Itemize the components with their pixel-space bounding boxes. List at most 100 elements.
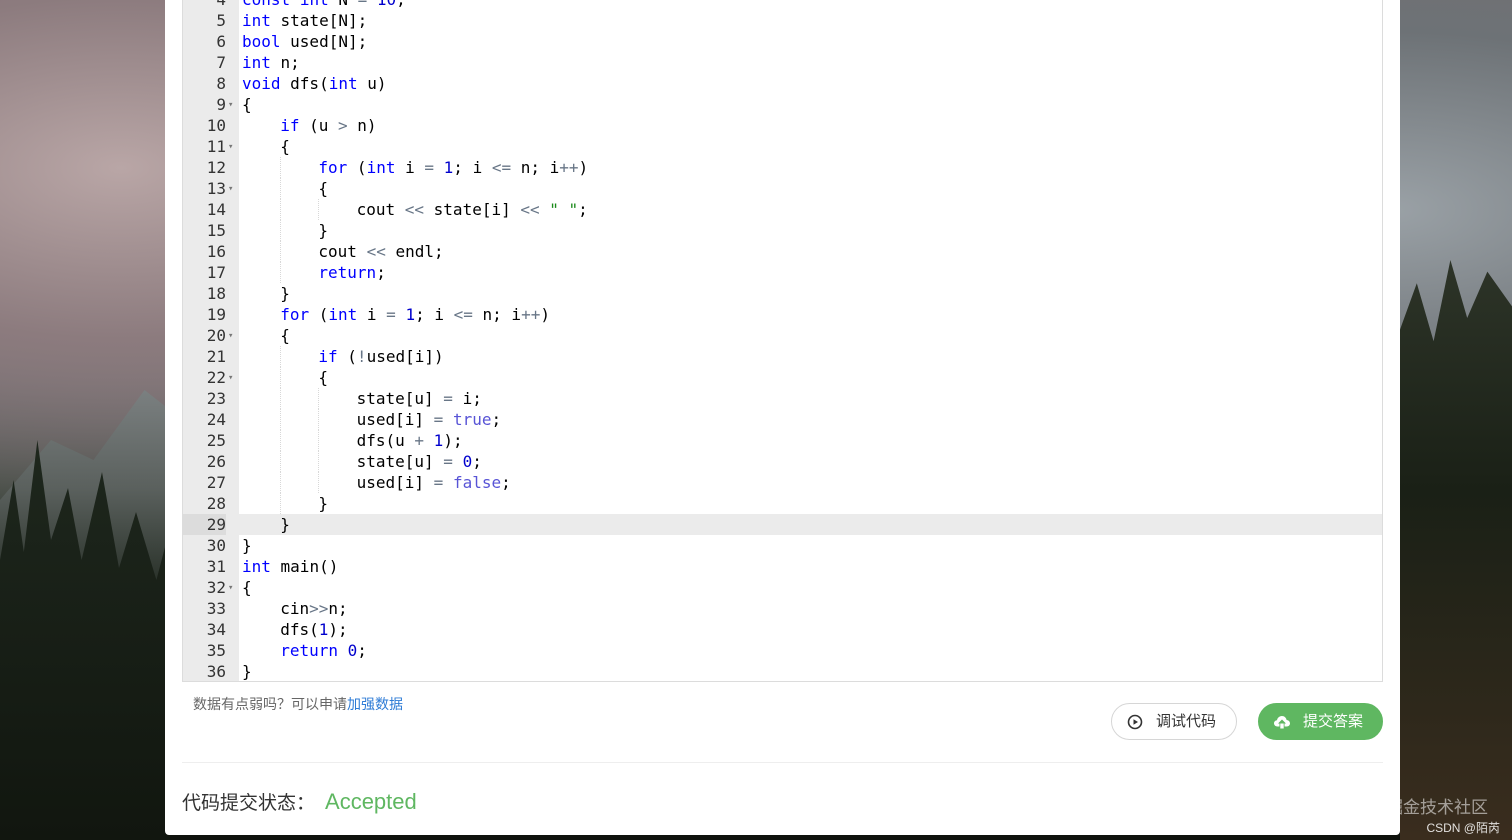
code-token: { bbox=[318, 179, 329, 198]
code-line[interactable]: 11 ▾ { bbox=[183, 136, 1382, 157]
code-line[interactable]: 22 ▾ { bbox=[183, 367, 1382, 388]
enhance-data-link[interactable]: 加强数据 bbox=[347, 696, 403, 712]
code-line[interactable]: 18} bbox=[183, 283, 1382, 304]
code-token: } bbox=[242, 536, 252, 555]
code-line[interactable]: 26 state[u] = 0; bbox=[183, 451, 1382, 472]
code-line[interactable]: 16 cout << endl; bbox=[183, 241, 1382, 262]
code-token: ( bbox=[309, 305, 329, 324]
code-line[interactable]: 12 for (int i = 1; i <= n; i++) bbox=[183, 157, 1382, 178]
code-token: << bbox=[520, 200, 540, 219]
code-token: = bbox=[433, 473, 444, 492]
code-line[interactable]: 23 state[u] = i; bbox=[183, 388, 1382, 409]
code-token: ) bbox=[578, 158, 589, 177]
csdn-credit: CSDN @陌芮 bbox=[1426, 821, 1500, 835]
code-token: state[i] bbox=[424, 200, 521, 219]
code-text: used[i] = false; bbox=[357, 472, 511, 493]
code-line[interactable]: 31 int main() bbox=[183, 556, 1382, 577]
code-token: 1 bbox=[433, 431, 444, 450]
fold-toggle-icon[interactable]: ▾ bbox=[228, 136, 238, 157]
code-line[interactable]: 13 ▾ { bbox=[183, 178, 1382, 199]
line-number: 27 bbox=[206, 473, 226, 492]
indent-guide bbox=[280, 409, 282, 430]
code-editor[interactable]: 4const int N = 10;5int state[N];6bool us… bbox=[182, 0, 1383, 682]
fold-toggle-icon[interactable]: ▾ bbox=[228, 577, 238, 598]
code-token: if bbox=[280, 116, 300, 135]
line-number: 24 bbox=[206, 410, 226, 429]
code-token: cout bbox=[318, 242, 367, 261]
debug-code-button[interactable]: 调试代码 bbox=[1111, 703, 1237, 740]
code-line[interactable]: 9 ▾{ bbox=[183, 94, 1382, 115]
submission-panel: 4const int N = 10;5int state[N];6bool us… bbox=[165, 0, 1400, 835]
code-text: dfs(u + 1); bbox=[357, 430, 463, 451]
submit-answer-button[interactable]: 提交答案 bbox=[1258, 703, 1383, 740]
submit-answer-label: 提交答案 bbox=[1303, 713, 1364, 730]
code-line[interactable]: 25 dfs(u + 1); bbox=[183, 430, 1382, 451]
code-token: i bbox=[357, 305, 387, 324]
code-token: cin bbox=[280, 599, 310, 618]
code-token: int bbox=[242, 557, 271, 576]
code-line[interactable]: 4 const int N = 10; bbox=[183, 0, 1382, 10]
code-token: + bbox=[414, 431, 425, 450]
background-trees-right bbox=[1400, 260, 1512, 840]
indent-guide bbox=[318, 388, 320, 409]
line-number: 31 bbox=[206, 557, 226, 576]
code-line[interactable]: 33 cin>>n; bbox=[183, 598, 1382, 619]
code-line[interactable]: 36} bbox=[183, 661, 1382, 681]
code-line[interactable]: 15} bbox=[183, 220, 1382, 241]
code-token: ; bbox=[491, 410, 502, 429]
fold-toggle-icon[interactable]: ▾ bbox=[228, 178, 238, 199]
code-line[interactable]: 24 used[i] = true; bbox=[183, 409, 1382, 430]
code-token: n; i bbox=[511, 158, 560, 177]
fold-toggle-icon[interactable]: ▾ bbox=[228, 367, 238, 388]
indent-guide bbox=[280, 262, 282, 283]
code-token: = bbox=[443, 452, 453, 471]
code-text: { bbox=[280, 136, 290, 157]
line-number: 28 bbox=[206, 494, 226, 513]
code-token: state[u] bbox=[356, 389, 444, 408]
code-token: << bbox=[404, 200, 425, 219]
code-line[interactable]: 5 int state[N]; bbox=[183, 10, 1382, 31]
line-number: 19 bbox=[206, 305, 226, 324]
code-line[interactable]: 34 dfs(1); bbox=[183, 619, 1382, 640]
code-token: n; bbox=[270, 53, 300, 72]
code-line[interactable]: 21 if (!used[i]) bbox=[183, 346, 1382, 367]
fold-toggle-icon[interactable]: ▾ bbox=[228, 325, 238, 346]
code-line[interactable]: 7 int n; bbox=[183, 52, 1382, 73]
code-token: ++ bbox=[559, 158, 579, 177]
code-text: void dfs(int u) bbox=[242, 73, 387, 94]
line-number: 35 bbox=[206, 641, 226, 660]
code-token: 0 bbox=[347, 641, 358, 660]
code-line[interactable]: 30} bbox=[183, 535, 1382, 556]
code-line[interactable]: 17 return; bbox=[183, 262, 1382, 283]
code-text: { bbox=[242, 577, 252, 598]
code-line[interactable]: 14 cout << state[i] << " "; bbox=[183, 199, 1382, 220]
code-line[interactable]: 10 if (u > n) bbox=[183, 115, 1382, 136]
code-token: ++ bbox=[521, 305, 541, 324]
line-number: 33 bbox=[206, 599, 226, 618]
code-token: = bbox=[433, 410, 444, 429]
indent-guide bbox=[280, 220, 282, 241]
line-number: 32 bbox=[206, 578, 226, 597]
code-line[interactable]: 28} bbox=[183, 493, 1382, 514]
indent-guide bbox=[280, 157, 282, 178]
code-line[interactable]: 20 ▾ { bbox=[183, 325, 1382, 346]
code-line[interactable]: 29} bbox=[183, 514, 1382, 535]
code-line[interactable]: 19 for (int i = 1; i <= n; i++) bbox=[183, 304, 1382, 325]
code-text: if (!used[i]) bbox=[318, 346, 443, 367]
code-text: } bbox=[242, 661, 252, 681]
code-line[interactable]: 8 void dfs(int u) bbox=[183, 73, 1382, 94]
code-line[interactable]: 27 used[i] = false; bbox=[183, 472, 1382, 493]
code-text: { bbox=[242, 94, 252, 115]
line-number: 25 bbox=[206, 431, 226, 450]
code-line[interactable]: 32 ▾{ bbox=[183, 577, 1382, 598]
code-line[interactable]: 6 bool used[N]; bbox=[183, 31, 1382, 52]
code-token: return bbox=[318, 263, 377, 282]
code-token: } bbox=[280, 515, 290, 534]
juejin-watermark: @稀土掘金技术社区 bbox=[1334, 798, 1488, 817]
code-token: const bbox=[242, 0, 290, 9]
line-number: 22 bbox=[206, 368, 226, 387]
indent-guide bbox=[318, 472, 320, 493]
code-line[interactable]: 35 return 0; bbox=[183, 640, 1382, 661]
fold-toggle-icon[interactable]: ▾ bbox=[228, 94, 238, 115]
